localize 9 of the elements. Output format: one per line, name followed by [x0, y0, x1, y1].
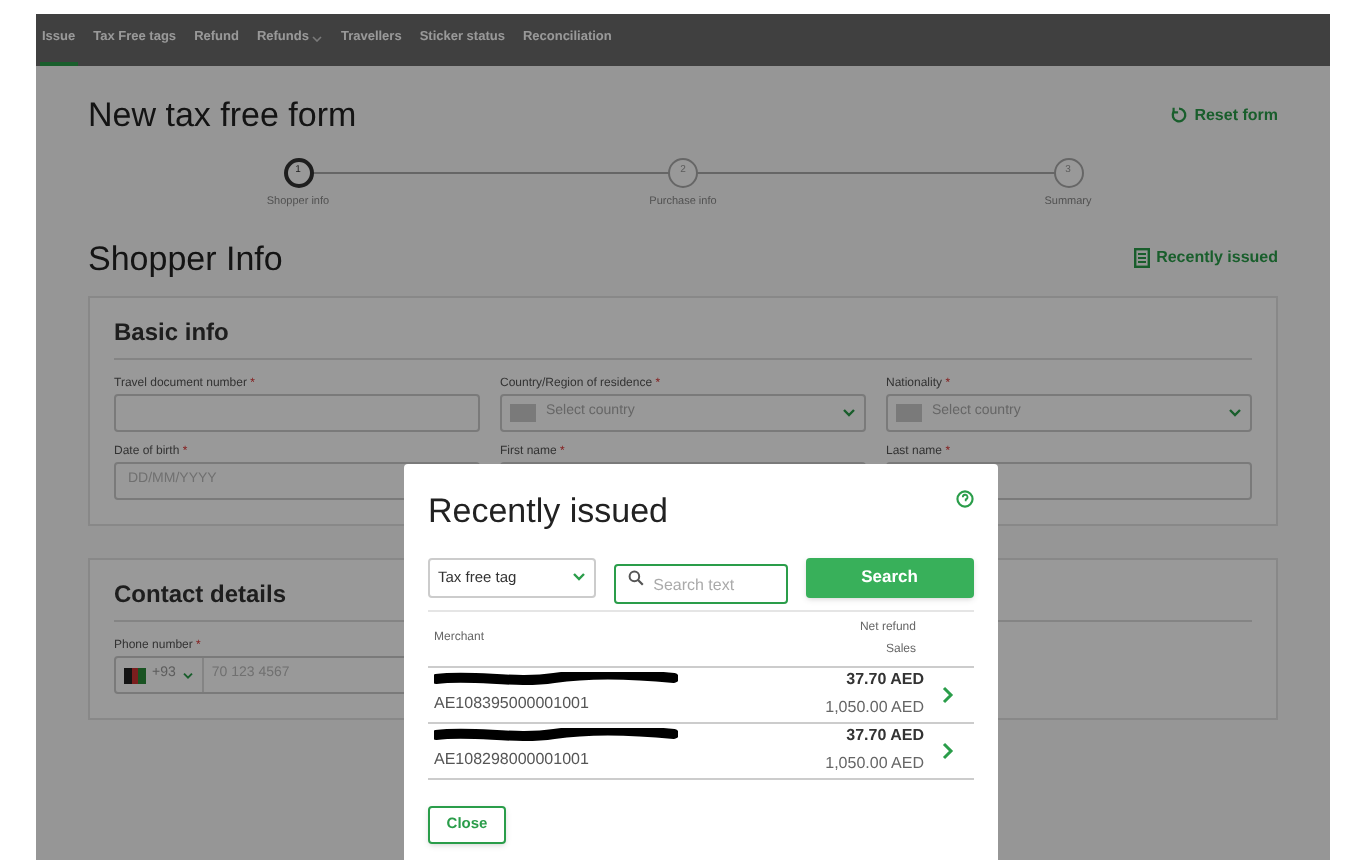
- net-refund-amount: 37.70 AED: [846, 724, 924, 748]
- section-title: Shopper Info: [88, 237, 283, 281]
- card-title: Basic info: [114, 314, 1252, 360]
- sales-amount: 1,050.00 AED: [825, 696, 924, 720]
- tag-number: AE108298000001001: [434, 748, 591, 772]
- page-title: New tax free form: [88, 94, 357, 138]
- tag-number: AE108395000001001: [434, 692, 591, 716]
- sales-amount: 1,050.00 AED: [825, 752, 924, 776]
- net-refund-amount: 37.70 AED: [846, 668, 924, 692]
